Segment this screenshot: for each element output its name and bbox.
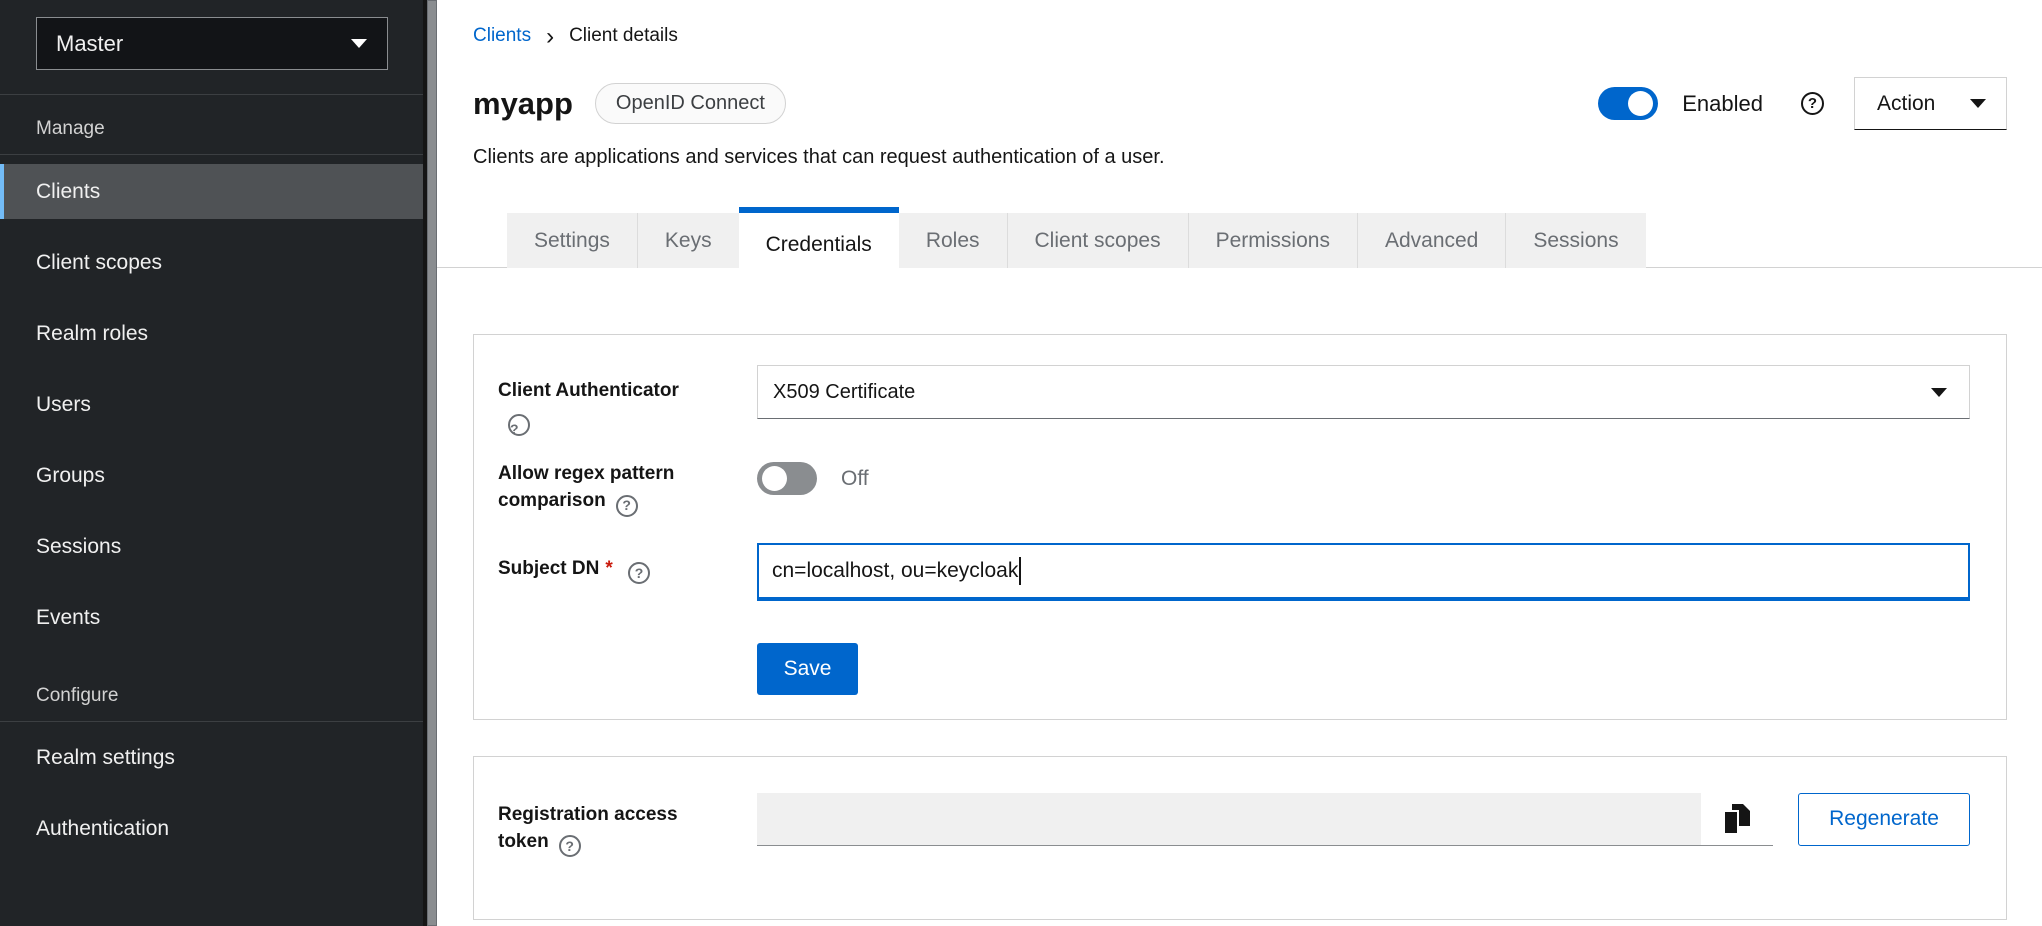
sidebar-item-clients[interactable]: Clients bbox=[0, 164, 423, 219]
tab-permissions[interactable]: Permissions bbox=[1188, 213, 1357, 268]
sidebar-item-realm-settings[interactable]: Realm settings bbox=[0, 722, 423, 793]
enabled-toggle[interactable] bbox=[1598, 87, 1658, 120]
tab-credentials[interactable]: Credentials bbox=[739, 207, 899, 276]
tab-advanced[interactable]: Advanced bbox=[1357, 213, 1505, 268]
breadcrumb-clients-link[interactable]: Clients bbox=[473, 25, 531, 47]
sidebar-manage-list: Clients Client scopes Realm roles Users … bbox=[0, 164, 423, 653]
help-icon[interactable]: ? bbox=[616, 495, 638, 517]
help-icon[interactable]: ? bbox=[559, 835, 581, 857]
subject-dn-label: Subject DN* ? bbox=[498, 543, 757, 585]
client-authenticator-label: Client Authenticator ? bbox=[498, 365, 757, 436]
sidebar-item-realm-roles[interactable]: Realm roles bbox=[0, 298, 423, 369]
sidebar-divider bbox=[0, 94, 423, 95]
header-actions: Enabled ? Action bbox=[1598, 77, 2007, 130]
tab-roles[interactable]: Roles bbox=[899, 213, 1007, 268]
regex-label: Allow regex pattern comparison? bbox=[498, 460, 757, 517]
sidebar-section-configure: Configure bbox=[36, 685, 423, 707]
registration-token-controls: Regenerate bbox=[757, 793, 1970, 846]
regenerate-button[interactable]: Regenerate bbox=[1798, 793, 1970, 846]
protocol-badge: OpenID Connect bbox=[595, 83, 786, 124]
client-authenticator-row: Client Authenticator ? X509 Certificate bbox=[498, 365, 1970, 436]
chevron-right-icon: › bbox=[546, 27, 554, 46]
tab-settings[interactable]: Settings bbox=[507, 213, 637, 268]
action-dropdown-label: Action bbox=[1877, 92, 1935, 116]
title-row: myapp OpenID Connect Enabled ? Action bbox=[473, 77, 2007, 130]
text-cursor bbox=[1019, 557, 1021, 585]
tab-client-scopes[interactable]: Client scopes bbox=[1007, 213, 1188, 268]
realm-selector-label: Master bbox=[56, 31, 123, 57]
regex-toggle-line: Off bbox=[757, 460, 1970, 495]
tab-sessions[interactable]: Sessions bbox=[1505, 213, 1645, 268]
tab-keys[interactable]: Keys bbox=[637, 213, 739, 268]
sidebar-divider bbox=[0, 154, 423, 155]
toggle-knob bbox=[762, 466, 787, 491]
sidebar-section-manage: Manage bbox=[36, 118, 423, 140]
breadcrumb-current: Client details bbox=[569, 25, 678, 47]
sidebar: Master Manage Clients Client scopes Real… bbox=[0, 0, 423, 926]
registration-token-card: Registration access token? Regenerate bbox=[473, 756, 2007, 921]
help-icon[interactable]: ? bbox=[1801, 92, 1824, 115]
subject-dn-value: cn=localhost, ou=keycloak bbox=[772, 559, 1018, 583]
caret-down-icon bbox=[351, 39, 367, 48]
client-authenticator-select[interactable]: X509 Certificate bbox=[757, 365, 1970, 419]
sidebar-scrollbar[interactable] bbox=[423, 0, 437, 926]
registration-token-label: Registration access token? bbox=[498, 793, 757, 858]
breadcrumb: Clients › Client details bbox=[473, 25, 2007, 47]
sidebar-item-authentication[interactable]: Authentication bbox=[0, 793, 423, 864]
regex-row: Allow regex pattern comparison? Off bbox=[498, 460, 1970, 517]
copy-icon bbox=[1723, 803, 1751, 835]
subject-dn-row: Subject DN* ? cn=localhost, ou=keycloak bbox=[498, 543, 1970, 601]
scrollbar-thumb[interactable] bbox=[427, 0, 437, 926]
enabled-label: Enabled bbox=[1682, 91, 1763, 117]
required-asterisk: * bbox=[605, 558, 612, 579]
client-authenticator-value: X509 Certificate bbox=[773, 381, 915, 404]
regex-toggle-state: Off bbox=[841, 467, 869, 491]
sidebar-item-sessions[interactable]: Sessions bbox=[0, 511, 423, 582]
help-icon[interactable]: ? bbox=[508, 414, 530, 436]
main-content: Clients › Client details myapp OpenID Co… bbox=[437, 0, 2042, 926]
credentials-card: Client Authenticator ? X509 Certificate … bbox=[473, 334, 2007, 720]
sidebar-item-groups[interactable]: Groups bbox=[0, 440, 423, 511]
sidebar-configure-list: Realm settings Authentication bbox=[0, 722, 423, 864]
regex-toggle[interactable] bbox=[757, 462, 817, 495]
registration-token-input[interactable] bbox=[757, 793, 1701, 846]
sidebar-item-users[interactable]: Users bbox=[0, 369, 423, 440]
sidebar-item-client-scopes[interactable]: Client scopes bbox=[0, 227, 423, 298]
page-subtitle: Clients are applications and services th… bbox=[473, 146, 2007, 169]
realm-selector[interactable]: Master bbox=[36, 17, 388, 70]
subject-dn-input[interactable]: cn=localhost, ou=keycloak bbox=[757, 543, 1970, 601]
caret-down-icon bbox=[1931, 388, 1947, 397]
help-icon[interactable]: ? bbox=[628, 562, 650, 584]
caret-down-icon bbox=[1970, 99, 1986, 108]
toggle-knob bbox=[1628, 91, 1653, 116]
sidebar-item-events[interactable]: Events bbox=[0, 582, 423, 653]
save-button[interactable]: Save bbox=[757, 643, 858, 695]
page-title: myapp bbox=[473, 86, 573, 122]
save-row: Save bbox=[498, 601, 1970, 695]
tab-bar: Settings Keys Credentials Roles Client s… bbox=[437, 207, 2042, 268]
copy-button[interactable] bbox=[1701, 793, 1773, 846]
action-dropdown[interactable]: Action bbox=[1854, 77, 2007, 130]
registration-token-row: Registration access token? Regenerate bbox=[498, 793, 1970, 858]
